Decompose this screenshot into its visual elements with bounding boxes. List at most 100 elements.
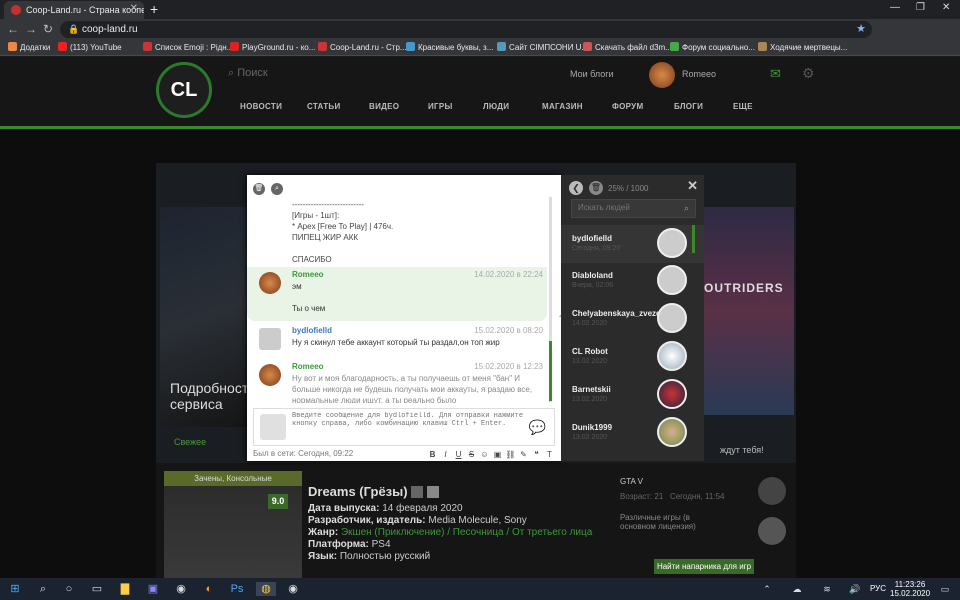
outriders-banner[interactable]: OUTRIDERS <box>704 281 784 295</box>
nav-news[interactable]: НОВОСТИ <box>240 102 282 111</box>
message-author[interactable]: Romeeo <box>292 270 324 279</box>
trash-icon[interactable]: 🗑 <box>253 183 265 195</box>
language-indicator[interactable]: РУС <box>870 584 886 593</box>
bookmark-item[interactable]: PlayGround.ru - ко... <box>230 42 315 52</box>
bookmark-item[interactable]: Ходячие мертвецы... <box>758 42 847 52</box>
search-icon[interactable]: ⌕ <box>36 582 50 596</box>
chrome-icon[interactable]: ◍ <box>256 582 276 596</box>
nav-blogs[interactable]: БЛОГИ <box>674 102 703 111</box>
people-item[interactable]: CL Robot 13.02.2020 <box>561 338 704 376</box>
address-bar[interactable]: 🔒 coop-land.ru ★ <box>60 21 872 38</box>
bookmark-item[interactable]: (113) YouTube <box>58 42 122 52</box>
avatar[interactable] <box>259 364 281 386</box>
bookmark-item[interactable]: Сайт СІМПСОНИ U... <box>497 42 588 52</box>
tray-icon[interactable]: ⌃ <box>760 582 774 596</box>
user-name[interactable]: Romeeo <box>682 69 716 79</box>
steam-icon[interactable]: ◉ <box>174 582 188 596</box>
close-tab-icon[interactable]: ✕ <box>130 3 138 14</box>
message-list[interactable]: --------------------------- [Игры - 1шт]… <box>247 197 561 403</box>
task-view-icon[interactable]: ▭ <box>90 582 104 596</box>
blender-icon[interactable]: ◐ <box>202 582 216 596</box>
discord-icon[interactable] <box>758 477 786 505</box>
nav-shop[interactable]: МАГАЗИН <box>542 102 583 111</box>
draw-button[interactable]: ✎ <box>518 450 529 461</box>
bold-button[interactable]: B <box>427 450 438 461</box>
settings-icon[interactable]: ⚙ <box>802 65 815 82</box>
windows-start-icon[interactable]: ⊞ <box>8 582 22 596</box>
forward-icon[interactable]: → <box>25 22 37 36</box>
lock-icon[interactable]: 🔒 <box>68 24 79 35</box>
nav-video[interactable]: ВИДЕО <box>369 102 399 111</box>
reload-icon[interactable]: ↻ <box>43 22 53 36</box>
app-icon[interactable]: ▣ <box>146 582 160 596</box>
browser-tab[interactable]: Coop-Land.ru - Страна кооперат ✕ <box>4 1 144 19</box>
avatar[interactable] <box>259 328 281 350</box>
side-game[interactable]: GTA V Возраст: 21 Сегодня, 11:54 Различн… <box>620 477 724 531</box>
task-view-icon[interactable]: ○ <box>62 582 76 596</box>
back-icon[interactable]: ← <box>7 22 19 36</box>
strike-button[interactable]: S <box>466 450 477 461</box>
scrollbar-thumb[interactable] <box>692 225 695 253</box>
send-icon[interactable]: 💬 <box>529 419 546 436</box>
new-tab-button[interactable]: + <box>150 1 158 17</box>
message-author[interactable]: bydlofielld <box>292 326 332 335</box>
quote-button[interactable]: ❝ <box>531 450 542 461</box>
photoshop-icon[interactable]: Ps <box>230 582 244 596</box>
game-cover[interactable] <box>164 471 302 581</box>
close-icon[interactable]: ✕ <box>687 178 698 194</box>
bookmark-item[interactable]: Красивые буквы, з... <box>406 42 493 52</box>
link-button[interactable]: ⛓ <box>505 450 516 461</box>
bookmark-item[interactable]: Додатки <box>8 42 50 52</box>
notifications-icon[interactable]: ▭ <box>938 582 952 596</box>
minimize-icon[interactable]: — <box>890 2 900 13</box>
site-logo[interactable]: CL <box>156 62 212 118</box>
search-icon[interactable]: ⌕ <box>684 203 689 214</box>
close-window-icon[interactable]: ✕ <box>942 2 950 13</box>
underline-button[interactable]: U <box>453 450 464 461</box>
avatar[interactable] <box>259 272 281 294</box>
mail-icon[interactable]: ✉ <box>770 66 781 82</box>
emoji-button[interactable]: ☺ <box>479 450 490 461</box>
user-avatar[interactable] <box>758 517 786 545</box>
search-icon[interactable]: ⌕ <box>271 183 283 195</box>
people-search-input[interactable] <box>578 203 678 212</box>
people-item[interactable]: bydlofielld Сегодня, 09:20 <box>561 225 704 263</box>
message-input[interactable] <box>292 412 526 444</box>
game-title[interactable]: Dreams (Грёзы) <box>308 484 439 499</box>
image-button[interactable]: ▣ <box>492 450 503 461</box>
bookmark-star-icon[interactable]: ★ <box>856 22 866 35</box>
volume-icon[interactable]: 🔊 <box>848 582 862 596</box>
steam-icon[interactable]: ◉ <box>286 582 300 596</box>
italic-button[interactable]: I <box>440 450 451 461</box>
nav-games[interactable]: ИГРЫ <box>428 102 453 111</box>
nav-more[interactable]: ЕЩЕ <box>733 102 753 111</box>
nav-forum[interactable]: ФОРУМ <box>612 102 643 111</box>
people-item[interactable]: Diabloland Вчера, 02:06 <box>561 262 704 300</box>
featured-caption[interactable]: Подробност сервиса <box>170 380 248 412</box>
clock[interactable]: 11:23:26 15.02.2020 <box>890 580 930 598</box>
tab-fresh[interactable]: Свежее <box>174 437 206 447</box>
bookmark-item[interactable]: Coop-Land.ru - Стр... <box>318 42 407 52</box>
find-partner-button[interactable]: Найти напарника для игр <box>654 559 754 574</box>
back-icon[interactable]: ❮ <box>569 181 583 195</box>
nav-articles[interactable]: СТАТЬИ <box>307 102 341 111</box>
wifi-icon[interactable]: ≋ <box>820 582 834 596</box>
site-search[interactable]: ⌕ Поиск <box>228 67 268 80</box>
trash-icon[interactable]: 🗑 <box>589 181 603 195</box>
people-item[interactable]: Barnetskii 13.02.2020 <box>561 376 704 414</box>
file-explorer-icon[interactable]: ▇ <box>118 582 132 596</box>
my-blogs-link[interactable]: Мои блоги <box>570 69 614 79</box>
featured-artwork-right[interactable] <box>700 207 794 415</box>
nav-people[interactable]: ЛЮДИ <box>483 102 509 111</box>
bookmark-item[interactable]: Список Emoji : Рідн... <box>143 42 233 52</box>
message-author[interactable]: Romeeo <box>292 362 324 371</box>
font-button[interactable]: T <box>544 450 555 461</box>
people-item[interactable]: Dunik1999 13.02.2020 <box>561 414 704 452</box>
network-icon[interactable]: ☁ <box>790 582 804 596</box>
bookmark-item[interactable]: Скачать файл d3m... <box>583 42 672 52</box>
user-avatar[interactable] <box>649 62 675 88</box>
maximize-icon[interactable]: ❐ <box>916 2 925 13</box>
bookmark-item[interactable]: Форум социально... <box>670 42 755 52</box>
scrollbar-thumb[interactable] <box>549 341 552 401</box>
people-item[interactable]: Chelyabenskaya_zvezda... 14.02.2020 <box>561 300 704 338</box>
